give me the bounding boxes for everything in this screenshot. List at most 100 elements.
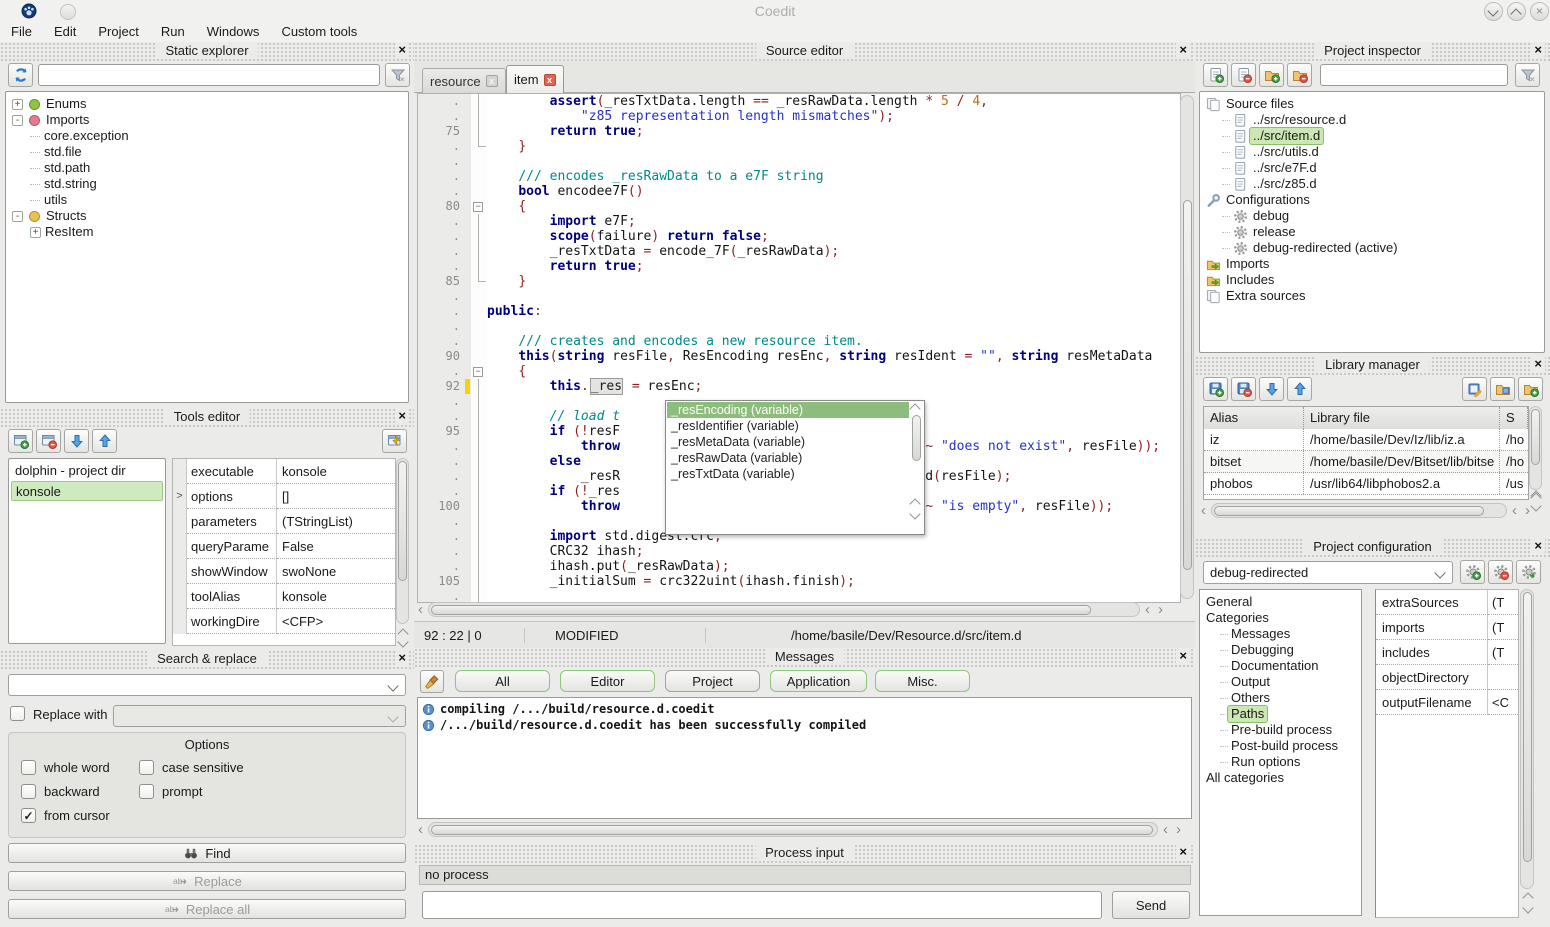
completion-item[interactable]: _resTxtData (variable) [667,466,909,482]
column-header-library file[interactable]: Library file [1304,407,1500,429]
checkbox-prompt[interactable] [139,784,154,799]
config-category-item[interactable]: Run options [1202,754,1359,770]
close-icon[interactable]: × [395,408,409,423]
code-line[interactable]: . bool encodee7F() [418,184,1180,199]
scroll-left-icon[interactable]: ‹ [1145,605,1150,615]
replace-button[interactable]: abReplace [8,871,406,891]
close-icon[interactable]: × [1531,356,1545,371]
tools-grid-scrollbar[interactable] [396,458,409,624]
remove-tool-button[interactable] [36,429,61,453]
code-line[interactable]: . /// encodes _resRawData to a e7F strin… [418,169,1180,184]
config-category-item[interactable]: Pre-build process [1202,722,1359,738]
code-line[interactable]: . [418,319,1180,334]
library-row[interactable]: iz/home/basile/Dev/Iz/lib/iz.a/ho [1204,429,1528,451]
fold-collapse-icon[interactable]: − [473,367,483,377]
tab-resource[interactable]: resource x [422,68,506,93]
clear-messages-button[interactable] [420,670,444,693]
property-value[interactable]: (T [1488,590,1518,615]
property-value[interactable]: False [277,534,395,559]
completion-item[interactable]: _resMetaData (variable) [667,434,909,450]
menu-item-project[interactable]: Project [87,22,149,41]
scroll-left-icon[interactable]: ‹ [418,605,423,615]
symbol-search-input[interactable] [38,64,380,86]
collapse-icon[interactable]: - [12,115,23,126]
filter-project[interactable]: Project [665,670,760,692]
close-icon[interactable]: × [1176,42,1190,57]
close-tab-icon[interactable]: x [544,74,556,86]
scroll-down-icon[interactable] [909,508,920,519]
property-value[interactable]: <CFP> [277,609,395,634]
search-term-combo[interactable] [8,674,406,696]
add-configuration-button[interactable] [1460,560,1485,584]
symbol-tree-item[interactable]: +ResItem [8,224,406,240]
replace-all-button[interactable]: abReplace all [8,899,406,919]
config-category-item[interactable]: Debugging [1202,642,1359,658]
window-close-button[interactable]: × [1530,2,1549,21]
library-row[interactable]: bitset/home/basile/Dev/Bitset/lib/bitse/… [1204,451,1528,473]
add-file-button[interactable] [1203,63,1228,87]
edit-library-button[interactable] [1462,377,1487,401]
completion-item[interactable]: _resEncoding (variable) [667,402,909,418]
popup-scrollbar-thumb[interactable] [912,415,921,461]
checkbox-case-sensitive[interactable] [139,760,154,775]
property-value[interactable] [1488,665,1518,690]
move-tool-up-button[interactable] [92,429,117,453]
config-category-item[interactable]: Output [1202,674,1359,690]
config-category-item[interactable]: Others [1202,690,1359,706]
project-tree-item[interactable]: ../src/utils.d [1202,144,1542,160]
send-button[interactable]: Send [1112,891,1190,919]
scroll-right-icon[interactable]: › [1158,605,1163,615]
code-line[interactable]: . [418,589,1180,603]
remove-configuration-button[interactable] [1488,560,1513,584]
code-line[interactable]: . } [418,139,1180,154]
property-value[interactable]: [] [277,484,395,509]
execute-tool-button[interactable] [382,429,407,453]
project-tree-item[interactable]: debug-redirected (active) [1202,240,1542,256]
symbol-tree-item[interactable]: -Imports [8,112,406,128]
code-line[interactable]: . CRC32 ihash; [418,544,1180,559]
symbol-tree-item[interactable]: std.string [8,176,406,192]
code-line[interactable]: . ihash.put(_resRawData); [418,559,1180,574]
message-row[interactable]: compiling /.../build/resource.d.coedit [422,701,1187,717]
config-category-item[interactable]: Post-build process [1202,738,1359,754]
close-icon[interactable]: × [1531,538,1545,553]
menu-item-edit[interactable]: Edit [43,22,87,41]
filter-all[interactable]: All [455,670,550,692]
row-expander[interactable]: > [173,484,187,509]
tool-list-item[interactable]: dolphin - project dir [11,461,163,481]
project-tree-item[interactable]: Configurations [1202,192,1542,208]
code-line[interactable]: . _resTxtData = encode_7F(_resRawData); [418,244,1180,259]
remove-folder-button[interactable] [1287,63,1312,87]
activate-configuration-button[interactable] [1516,560,1541,584]
scroll-right-icon[interactable]: › [1525,506,1530,516]
code-line[interactable]: 105 _initialSum = crc322uint(ihash.finis… [418,574,1180,589]
expand-icon[interactable]: + [30,227,41,238]
checkbox-from-cursor[interactable]: ✓ [21,808,36,823]
move-library-down-button[interactable] [1259,377,1284,401]
scroll-down-icon[interactable] [397,636,408,647]
filter-application[interactable]: Application [770,670,867,692]
project-tree-item[interactable]: ../src/item.d [1202,128,1542,144]
remove-library-button[interactable] [1231,377,1256,401]
project-tree-item[interactable]: Includes [1202,272,1542,288]
scroll-left-icon[interactable]: ‹ [1201,506,1206,516]
find-button[interactable]: Find [8,843,406,863]
add-library-folder-button[interactable] [1518,377,1543,401]
code-line[interactable]: 75 return true; [418,124,1180,139]
add-tool-button[interactable] [8,429,33,453]
code-line[interactable]: .− { [418,364,1180,379]
scroll-left-icon[interactable]: ‹ [418,825,423,835]
code-line[interactable]: 85 } [418,274,1180,289]
code-line[interactable]: . import e7F; [418,214,1180,229]
filter-editor[interactable]: Editor [560,670,655,692]
menu-item-run[interactable]: Run [150,22,196,41]
config-category-item[interactable]: Categories [1202,610,1359,626]
completion-item[interactable]: _resRawData (variable) [667,450,909,466]
replace-with-checkbox[interactable] [10,706,25,721]
close-icon[interactable]: × [1176,844,1190,859]
expand-icon[interactable]: + [12,99,23,110]
tool-list-item[interactable]: konsole [11,481,163,501]
symbol-tree-item[interactable]: std.file [8,144,406,160]
code-line[interactable]: .public: [418,304,1180,319]
inspector-filter-input[interactable] [1320,64,1508,86]
